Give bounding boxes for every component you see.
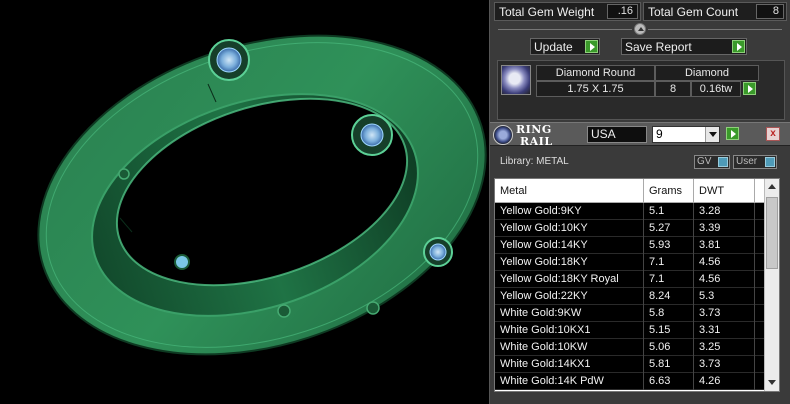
toggle-indicator-icon [718,157,728,167]
cell-dwt: 3.28 [694,203,755,220]
col-header-dwt[interactable]: DWT [694,179,755,203]
ring-size-value: 9 [656,127,663,141]
gem-shape: Diamond Round [536,65,655,81]
save-report-label: Save Report [625,39,692,54]
cell-metal: Yellow Gold:18KY [495,254,644,271]
library-bar: Library: METAL GV User [490,147,790,175]
total-gem-count-box: Total Gem Count 8 [643,2,787,21]
cell-grams: 5.06 [644,339,694,356]
gem-3 [423,237,453,267]
cell-metal: Yellow Gold:10KY [495,220,644,237]
total-gem-weight-label: Total Gem Weight [499,4,595,19]
cell-dwt: 4.56 [694,254,755,271]
table-row[interactable]: White Gold:9KW 5.8 3.73 [495,305,765,322]
total-gem-count-value: 8 [756,4,784,19]
cell-metal: White Gold:14KX1 [495,356,644,373]
ring-model [37,34,487,356]
ring-size-select[interactable]: 9 [652,126,720,143]
close-icon[interactable]: x [766,127,780,141]
gv-toggle[interactable]: GV [694,155,730,169]
collapse-toggle-icon[interactable] [634,23,646,35]
table-row[interactable]: Yellow Gold:9KY 5.1 3.28 [495,203,765,220]
cell-dwt: 3.81 [694,237,755,254]
col-header-grams[interactable]: Grams [644,179,694,203]
scroll-up-icon[interactable] [765,180,779,194]
cell-grams: 6.63 [644,373,694,390]
gv-toggle-label: GV [697,156,712,167]
gem-size: 1.75 X 1.75 [536,81,655,97]
table-row[interactable]: White Gold:14K PdW 6.63 4.26 [495,373,765,390]
metal-library-table: Metal Grams DWT Yellow Gold:9KY 5.1 3.28 Ye… [494,178,780,392]
gem-weight: 0.16tw [691,81,741,97]
library-label: Library: METAL [500,156,569,167]
table-row[interactable]: Yellow Gold:22KY 8.24 5.3 [495,288,765,305]
cell-grams: 5.27 [644,220,694,237]
user-toggle[interactable]: User [733,155,777,169]
cell-grams: 7.1 [644,254,694,271]
table-row[interactable]: Yellow Gold:18KY Royal 7.1 4.56 [495,271,765,288]
cell-grams: 8.24 [644,288,694,305]
cell-metal: Yellow Gold:9KY [495,203,644,220]
cell-dwt: 3.73 [694,356,755,373]
gem-summary-row[interactable]: Diamond Round Diamond 1.75 X 1.75 8 0.16… [497,60,785,120]
chevron-down-icon[interactable] [705,127,719,142]
play-arrow-icon [732,40,745,53]
cell-metal: Yellow Gold:14KY [495,237,644,254]
cell-dwt: 5.3 [694,288,755,305]
table-scrollbar[interactable] [764,179,779,391]
table-row[interactable]: Yellow Gold:10KY 5.27 3.39 [495,220,765,237]
cell-grams: 5.93 [644,237,694,254]
cell-grams: 5.15 [644,322,694,339]
total-gem-weight-value: .16 [607,4,638,19]
cell-dwt: 3.31 [694,322,755,339]
divider-left [498,29,632,30]
cell-dwt: 4.56 [694,271,755,288]
gem-count: 8 [655,81,691,97]
table-row[interactable]: Yellow Gold:18KY 7.1 4.56 [495,254,765,271]
cell-dwt: 3.39 [694,220,755,237]
ring-rail-toolbar: RING RAIL USA 9 x [490,122,790,148]
table-row[interactable]: Yellow Gold:14KY 5.93 3.81 [495,237,765,254]
cell-dwt: 3.25 [694,339,755,356]
col-header-metal[interactable]: Metal [495,179,644,203]
gem-2 [351,114,393,156]
update-button[interactable]: Update [530,38,600,55]
play-arrow-icon [585,40,598,53]
cell-metal: Yellow Gold:18KY Royal [495,271,644,288]
table-header: Metal Grams DWT [495,179,765,203]
divider-right [648,29,782,30]
scroll-down-icon[interactable] [765,376,779,390]
scroll-thumb[interactable] [766,197,778,269]
gem-1 [208,39,250,81]
play-arrow-icon[interactable] [743,82,756,95]
gem-material: Diamond [655,65,759,81]
3d-viewport[interactable] [0,0,489,404]
cell-dwt: 4.26 [694,373,755,390]
cell-metal: White Gold:10KW [495,339,644,356]
user-toggle-label: User [736,156,758,167]
table-body: Yellow Gold:9KY 5.1 3.28 Yellow Gold:10KY 5.… [495,203,765,390]
cell-grams: 5.81 [644,356,694,373]
table-row[interactable]: White Gold:10KW 5.06 3.25 [495,339,765,356]
cell-grams: 5.1 [644,203,694,220]
total-gem-weight-box: Total Gem Weight .16 [494,2,641,21]
table-row[interactable]: White Gold:10KX1 5.15 3.31 [495,322,765,339]
total-gem-count-label: Total Gem Count [648,4,739,19]
save-report-button[interactable]: Save Report [621,38,747,55]
ring-rail-logo-icon [493,125,513,145]
table-row[interactable]: White Gold:14KX1 5.81 3.73 [495,356,765,373]
round-diamond-icon [501,65,531,95]
cell-metal: White Gold:9KW [495,305,644,322]
cell-grams: 7.1 [644,271,694,288]
gem-report-panel: Total Gem Weight .16 Total Gem Count 8 U… [489,0,790,404]
cell-metal: White Gold:10KX1 [495,322,644,339]
cell-grams: 5.8 [644,305,694,322]
update-label: Update [534,39,573,54]
cell-dwt: 3.73 [694,305,755,322]
play-arrow-icon[interactable] [726,127,739,140]
toggle-indicator-icon [765,157,775,167]
country-field[interactable]: USA [587,126,647,143]
cell-metal: Yellow Gold:22KY [495,288,644,305]
cell-metal: White Gold:14K PdW [495,373,644,390]
